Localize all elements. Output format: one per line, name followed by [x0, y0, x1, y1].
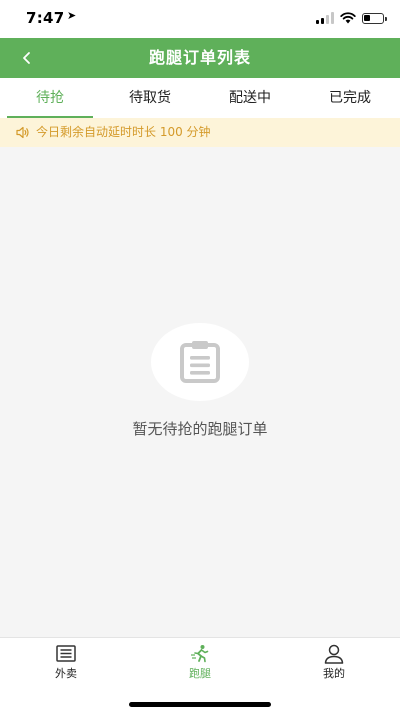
order-tabs: 待抢 待取货 配送中 已完成 — [0, 78, 400, 118]
bottom-nav: 外卖 跑腿 我的 — [0, 637, 400, 712]
bottom-nav-mine[interactable]: 我的 — [304, 644, 364, 681]
bottom-nav-errand[interactable]: 跑腿 — [170, 644, 230, 681]
signal-icon — [316, 12, 334, 24]
runner-icon — [191, 645, 209, 663]
location-arrow-icon: ➤ — [67, 9, 77, 22]
wifi-icon — [340, 12, 356, 24]
battery-level — [364, 14, 370, 21]
battery-icon — [362, 12, 387, 24]
home-indicator[interactable] — [129, 702, 271, 707]
clipboard-icon — [180, 341, 220, 383]
bottom-nav-errand-label: 跑腿 — [189, 667, 211, 680]
tab-to-grab[interactable]: 待抢 — [0, 78, 100, 118]
status-bar: 7:47 ➤ — [0, 0, 400, 38]
tab-to-pickup[interactable]: 待取货 — [100, 78, 200, 118]
bottom-nav-takeout[interactable]: 外卖 — [36, 644, 96, 681]
speaker-icon — [16, 126, 29, 139]
empty-state-illustration — [151, 323, 249, 401]
notice-text: 今日剩余自动延时时长 100 分钟 — [36, 125, 211, 139]
tab-delivering[interactable]: 配送中 — [200, 78, 300, 118]
empty-state-message: 暂无待抢的跑腿订单 — [132, 420, 268, 438]
bottom-nav-takeout-label: 外卖 — [55, 667, 77, 680]
status-time: 7:47 — [26, 9, 65, 27]
list-icon — [56, 645, 76, 662]
bottom-nav-mine-label: 我的 — [323, 667, 345, 680]
tab-completed[interactable]: 已完成 — [300, 78, 400, 118]
status-icons — [316, 11, 387, 25]
nav-bar: 跑腿订单列表 — [0, 38, 400, 78]
notice-bar: 今日剩余自动延时时长 100 分钟 — [0, 118, 400, 147]
user-icon — [324, 644, 344, 664]
page-title: 跑腿订单列表 — [148, 48, 251, 67]
